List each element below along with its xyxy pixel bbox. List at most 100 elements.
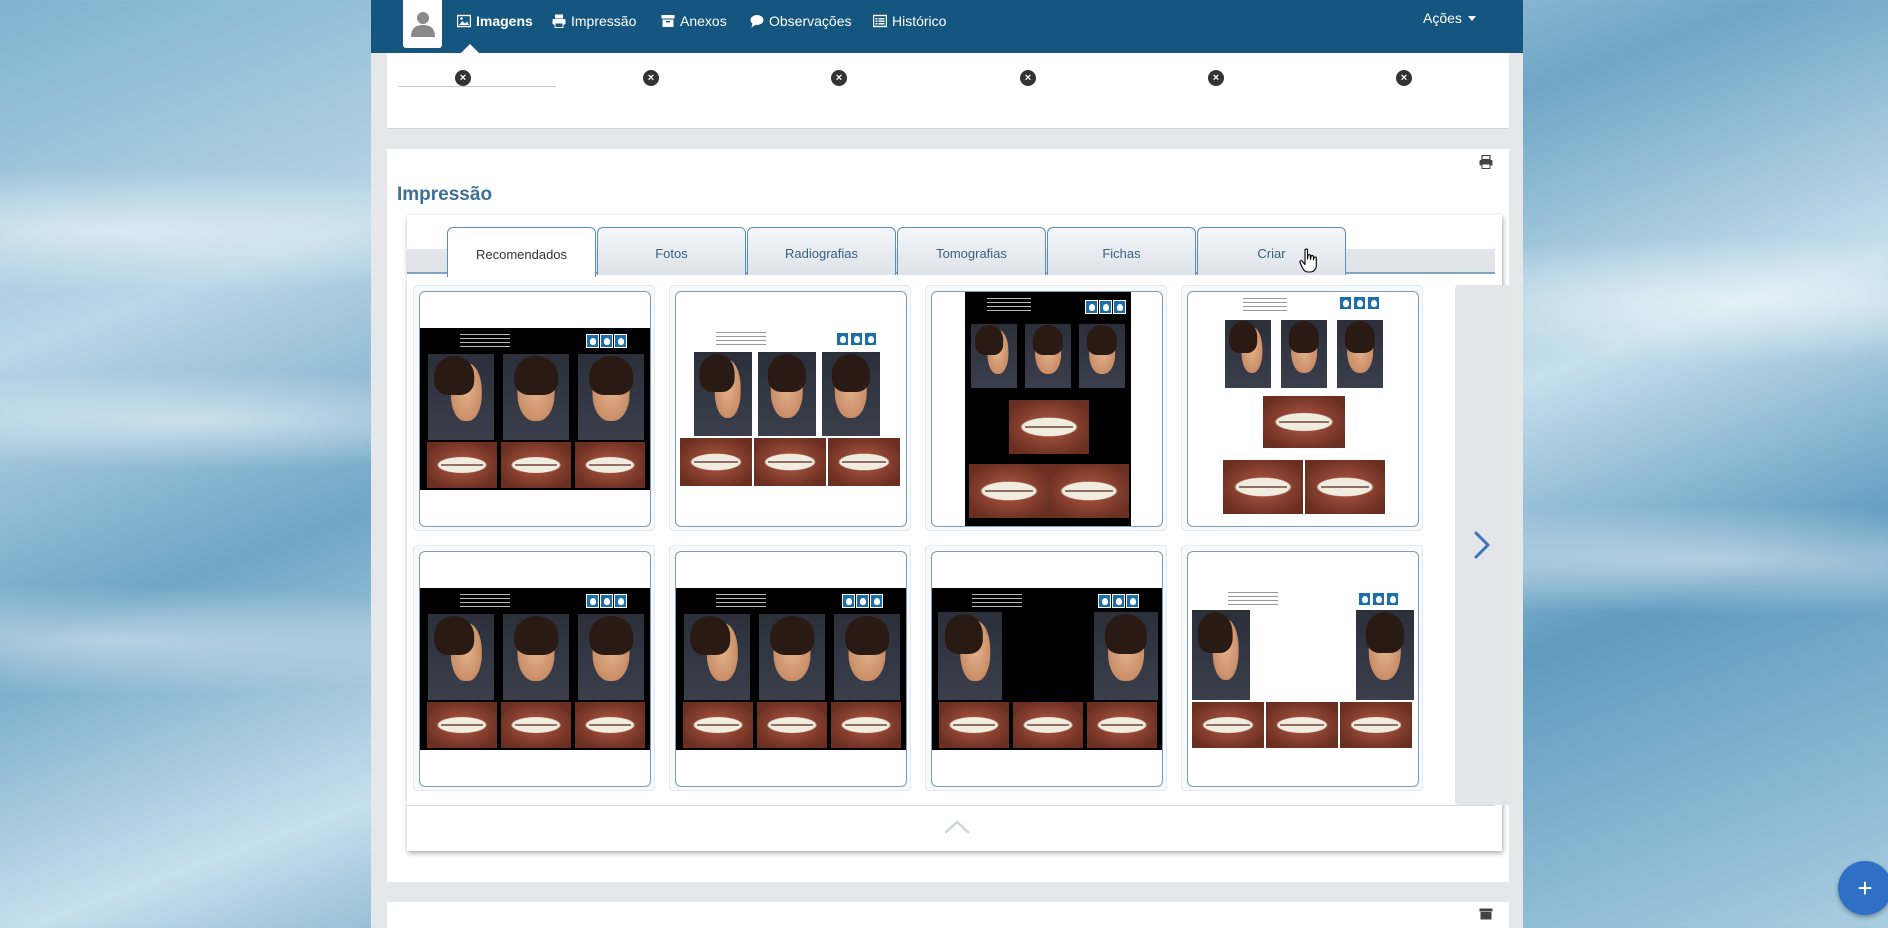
intraoral-photo [501,702,571,748]
patient-info-text [1228,592,1278,608]
face-photo [1094,612,1158,700]
nav-tab-label: Histórico [892,13,947,29]
intraoral-photo [757,702,827,748]
face-photo [1192,610,1250,700]
intraoral-photo [1009,400,1089,454]
remove-image-button[interactable]: × [1020,70,1036,86]
nav-tab-historico[interactable]: Histórico [873,10,946,32]
template-preview [675,551,907,787]
app-page: Imagens Impressão Anexos Observações His… [371,0,1523,928]
face-photo [428,614,494,700]
template-layout [1221,292,1387,526]
intraoral-photo [828,438,900,486]
face-photo [834,614,900,700]
nav-tab-imagens[interactable]: Imagens [457,10,533,32]
chevron-up-icon[interactable] [944,819,970,835]
add-button[interactable]: + [1838,861,1888,915]
tab-tomografias[interactable]: Tomografias [897,227,1046,275]
intraoral-photo [1013,702,1083,748]
remove-image-button[interactable]: × [1396,70,1412,86]
intraoral-photo [754,438,826,486]
patient-info-text [987,298,1031,314]
patient-info-text [716,594,766,610]
face-photo [578,614,644,700]
chevron-right-icon[interactable] [1462,525,1502,565]
template-card[interactable] [1181,545,1423,791]
template-card[interactable] [925,545,1167,791]
intraoral-photo [1266,702,1338,748]
intraoral-photo [1192,702,1264,748]
patient-info-text [1243,298,1287,314]
intraoral-photo [831,702,901,748]
template-card[interactable] [669,545,911,791]
print-templates-box: Recomendados Fotos Radiografias Tomograf… [407,215,1511,851]
face-photo [503,354,569,440]
remove-image-button[interactable]: × [1208,70,1224,86]
archive-icon[interactable] [1479,908,1493,920]
tab-fotos[interactable]: Fotos [597,227,746,275]
clinic-logo [842,594,883,608]
comment-icon [750,15,764,28]
clinic-logo [586,594,627,608]
acoes-dropdown[interactable]: Ações [1423,10,1476,26]
intraoral-photo [501,442,571,488]
template-layout [676,328,906,490]
intraoral-photo [939,702,1009,748]
next-section-panel [387,902,1509,928]
face-photo [759,614,825,700]
nav-tab-label: Imagens [476,13,533,29]
patient-avatar[interactable] [403,0,442,48]
clinic-logo [586,334,627,348]
remove-image-button[interactable]: × [643,70,659,86]
clinic-logo [1098,594,1139,608]
clinic-logo [1085,300,1126,314]
remove-image-button[interactable]: × [455,70,471,86]
template-preview [1187,291,1419,527]
intraoral-photo [575,702,645,748]
clinic-logo [836,332,877,346]
nav-tab-impressao[interactable]: Impressão [552,10,636,32]
strip-divider [398,86,556,87]
printer-icon [552,14,566,28]
tab-criar[interactable]: Criar [1197,227,1346,275]
clinic-logo [1339,296,1380,310]
template-preview [1187,551,1419,787]
intraoral-photo [1087,702,1157,748]
image-strip-panel: × × × × × × [387,53,1509,129]
face-photo [1281,320,1327,388]
template-card[interactable] [413,285,655,531]
patient-info-text [460,334,510,350]
tab-recomendados[interactable]: Recomendados [447,227,596,277]
template-card[interactable] [413,545,655,791]
face-photo [822,352,880,436]
printer-icon[interactable] [1479,155,1493,169]
intraoral-photo [1049,464,1129,518]
tab-fichas[interactable]: Fichas [1047,227,1196,275]
list-icon [873,14,887,28]
chevron-down-icon [1467,15,1476,21]
template-layout [1188,588,1418,750]
user-icon [410,12,435,37]
remove-image-button[interactable]: × [831,70,847,86]
face-photo [578,354,644,440]
face-photo [1356,610,1414,700]
intraoral-photo [427,702,497,748]
face-photo [503,614,569,700]
nav-tab-anexos[interactable]: Anexos [661,10,727,32]
template-layout [932,588,1162,750]
template-card[interactable] [669,285,911,531]
nav-tab-observacoes[interactable]: Observações [750,10,851,32]
tab-radiografias[interactable]: Radiografias [747,227,896,275]
template-preview [931,551,1163,787]
template-preview [419,291,651,527]
image-icon [457,14,471,28]
template-card[interactable] [1181,285,1423,531]
intraoral-photo [1223,460,1303,514]
face-photo [1079,324,1125,388]
face-photo [684,614,750,700]
face-photo [1025,324,1071,388]
nav-tab-label: Impressão [571,13,637,29]
intraoral-photo [969,464,1049,518]
template-card[interactable] [925,285,1167,531]
grid-divider [407,805,1495,806]
